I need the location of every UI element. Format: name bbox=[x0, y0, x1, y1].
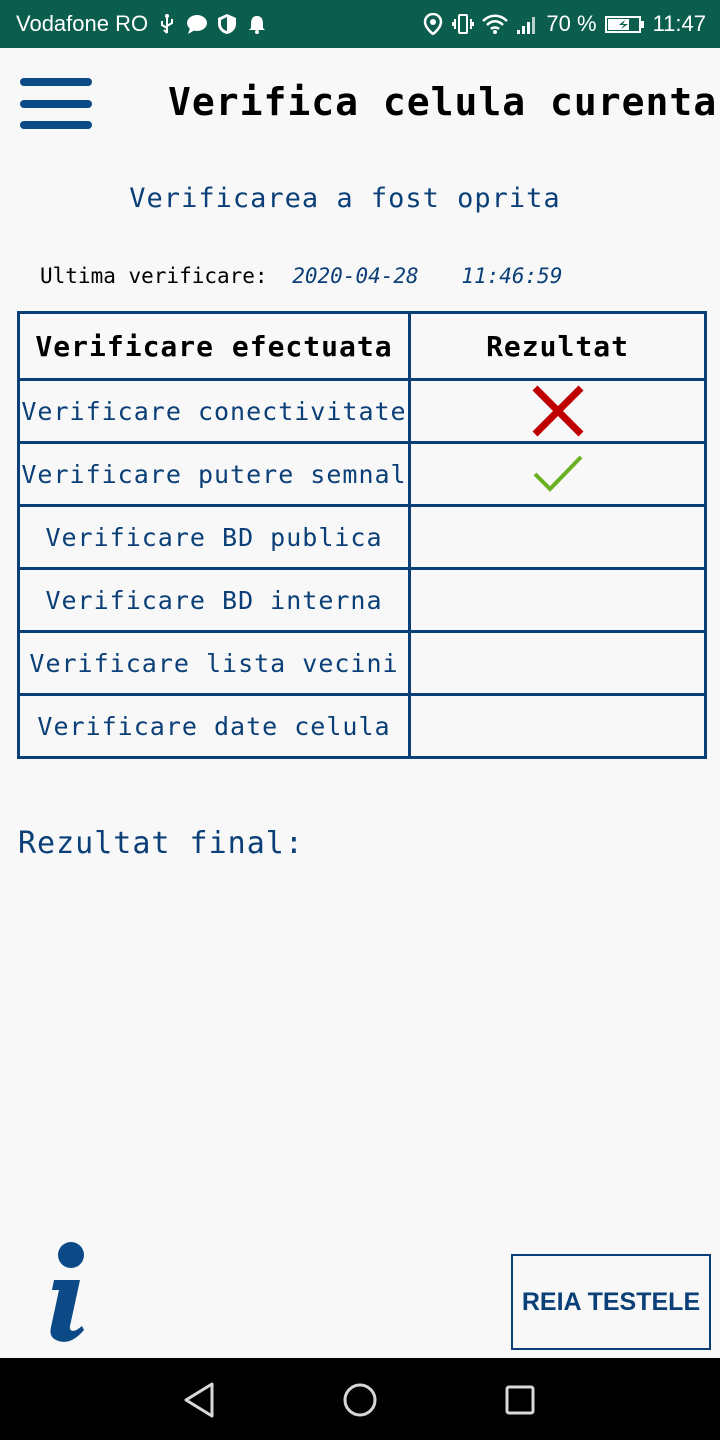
verification-status: Verificarea a fost oprita bbox=[129, 183, 561, 214]
table-row: Verificare BD publica bbox=[17, 504, 707, 570]
check-label: Verificare date celula bbox=[17, 693, 411, 759]
info-icon[interactable] bbox=[40, 1240, 96, 1344]
chat-bubble-icon bbox=[187, 15, 208, 34]
page-title: Verifica celula curenta bbox=[168, 80, 718, 124]
last-check-info: Ultima verificare: 2020-04-28 11:46:59 bbox=[40, 264, 562, 288]
result-cell bbox=[408, 630, 707, 696]
column-header-check: Verificare efectuata bbox=[17, 311, 411, 381]
table-header-row: Verificare efectuata Rezultat bbox=[17, 311, 707, 381]
signal-icon bbox=[517, 17, 536, 34]
table-row: Verificare date celula bbox=[17, 693, 707, 759]
table-row: Verificare putere semnal bbox=[17, 441, 707, 507]
table-row: Verificare conectivitate bbox=[17, 378, 707, 444]
battery-percent: 70 % bbox=[546, 11, 597, 36]
results-table: Verificare efectuata Rezultat Verificare… bbox=[17, 311, 707, 759]
shield-icon bbox=[218, 14, 237, 34]
wifi-icon bbox=[482, 14, 509, 34]
result-cell bbox=[408, 504, 707, 570]
check-label: Verificare BD interna bbox=[17, 567, 411, 633]
result-cell bbox=[408, 441, 707, 507]
result-cell bbox=[408, 567, 707, 633]
column-header-result: Rezultat bbox=[408, 311, 707, 381]
fail-x-icon bbox=[532, 385, 583, 437]
carrier-name: Vodafone RO bbox=[16, 11, 149, 36]
home-icon[interactable] bbox=[338, 1378, 382, 1422]
bell-icon bbox=[249, 16, 266, 34]
rerun-tests-button[interactable]: REIA TESTELE bbox=[511, 1254, 711, 1350]
status-bar: Vodafone RO 70 % 11:47 bbox=[0, 0, 720, 48]
check-label: Verificare BD publica bbox=[17, 504, 411, 570]
location-icon bbox=[424, 13, 443, 35]
check-label: Verificare putere semnal bbox=[17, 441, 411, 507]
vibrate-icon bbox=[452, 14, 475, 34]
recents-icon[interactable] bbox=[498, 1378, 542, 1422]
clock: 11:47 bbox=[652, 11, 706, 36]
back-icon[interactable] bbox=[178, 1378, 222, 1422]
result-cell bbox=[408, 378, 707, 444]
check-label: Verificare conectivitate bbox=[17, 378, 411, 444]
table-row: Verificare BD interna bbox=[17, 567, 707, 633]
last-check-label: Ultima verificare: bbox=[40, 264, 268, 288]
table-row: Verificare lista vecini bbox=[17, 630, 707, 696]
last-check-time: 11:46:59 bbox=[461, 264, 563, 288]
result-cell bbox=[408, 693, 707, 759]
last-check-date: 2020-04-28 bbox=[292, 264, 419, 288]
battery-icon bbox=[604, 16, 644, 33]
navigation-bar bbox=[0, 1358, 720, 1440]
check-label: Verificare lista vecini bbox=[17, 630, 411, 696]
pass-checkmark-icon bbox=[533, 455, 582, 492]
final-result-label: Rezultat final: bbox=[18, 826, 304, 861]
usb-icon bbox=[161, 14, 174, 34]
hamburger-menu-icon[interactable] bbox=[20, 78, 92, 130]
